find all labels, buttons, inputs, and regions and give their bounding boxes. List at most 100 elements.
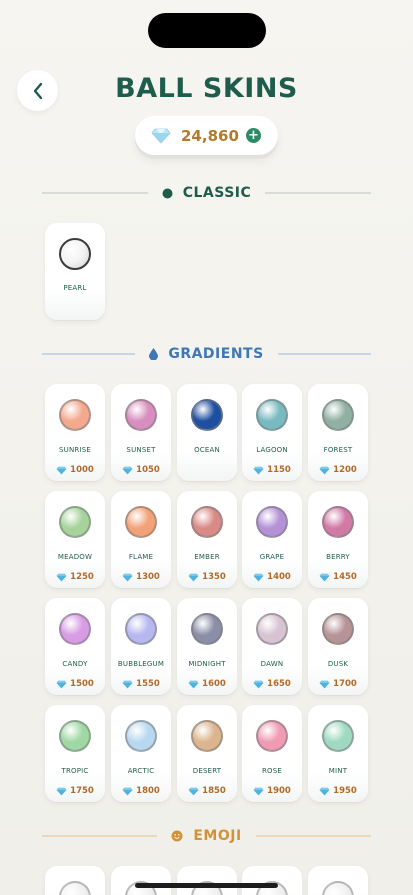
skin-ball [322,720,354,752]
diamond-icon [253,787,264,795]
skin-name: EMBER [194,553,220,561]
skin-price: 1150 [242,465,302,475]
add-currency-button[interactable]: + [246,128,261,143]
skin-ball [322,506,354,538]
skin-price-value: 1200 [333,465,357,475]
skin-name: CANDY [62,660,88,668]
diamond-icon [56,573,67,581]
dynamic-island [148,13,266,48]
skin-name: DAWN [260,660,284,668]
skin-name: LAGOON [256,446,288,454]
skin-name: FLAME [128,553,154,561]
skin-price-value: 1600 [202,679,226,689]
skin-price-value: 1250 [70,572,94,582]
divider [255,835,372,837]
skin-card-forest[interactable]: FOREST 1200 [308,384,368,481]
diamond-icon [56,787,67,795]
skin-ball [125,613,157,645]
skin-ball [125,720,157,752]
skin-ball [59,881,91,895]
skin-name: MIDNIGHT [188,660,226,668]
skin-price: 1950 [308,786,368,796]
diamond-icon [122,573,133,581]
skin-price: 1250 [45,572,105,582]
skin-card-ember[interactable]: EMBER 1350 [177,491,237,588]
skin-price: 1700 [308,679,368,689]
skin-card-flame[interactable]: FLAME 1300 [111,491,171,588]
divider [265,192,371,194]
diamond-icon [122,680,133,688]
diamond-icon [122,466,133,474]
diamond-icon [188,787,199,795]
divider [42,353,136,355]
skin-price-value: 1500 [70,679,94,689]
skin-card-midnight[interactable]: MIDNIGHT 1600 [177,598,237,695]
skin-price-value: 1800 [136,786,160,796]
skin-price: 1500 [45,679,105,689]
skin-name: SUNRISE [59,446,91,454]
skin-name: SUNSET [126,446,156,454]
skin-price-value: 1750 [70,786,94,796]
emoji-skin-card[interactable] [45,866,105,895]
currency-balance[interactable]: 24,860 + [135,116,278,155]
skin-card-meadow[interactable]: MEADOW 1250 [45,491,105,588]
skin-card-mint[interactable]: MINT 1950 [308,705,368,802]
skin-ball [256,720,288,752]
skin-card-tropic[interactable]: TROPIC 1750 [45,705,105,802]
skin-ball [125,506,157,538]
skin-ball [191,506,223,538]
skin-name: MINT [328,767,348,775]
section-header-emoji: EMOJI [42,826,372,846]
skin-name: ROSE [261,767,283,775]
section-header-classic: CLASSIC [42,183,371,203]
skin-name: MEADOW [57,553,93,561]
skin-price: 1550 [111,679,171,689]
skin-name: BERRY [326,553,350,561]
home-indicator [135,883,278,888]
skin-price-value: 1550 [136,679,160,689]
diamond-icon [319,680,330,688]
skin-price-value: 1150 [267,465,291,475]
diamond-icon [56,466,67,474]
dot-icon [162,188,173,198]
page-title: BALL SKINS [115,73,298,104]
skin-card-desert[interactable]: DESERT 1850 [177,705,237,802]
emoji-skin-card[interactable] [308,866,368,895]
diamond-icon [122,787,133,795]
skin-price: 1350 [177,572,237,582]
skin-price-value: 1350 [202,572,226,582]
emoji-skin-card[interactable] [242,866,302,895]
emoji-skin-card[interactable] [177,866,237,895]
skin-name: GRAPE [259,553,285,561]
diamond-icon [188,573,199,581]
skin-card-dusk[interactable]: DUSK 1700 [308,598,368,695]
emoji-skin-card[interactable] [111,866,171,895]
skin-card-arctic[interactable]: ARCTIC 1800 [111,705,171,802]
skin-name: ARCTIC [127,767,155,775]
skin-ball [322,399,354,431]
drop-icon [149,348,159,360]
skin-card-candy[interactable]: CANDY 1500 [45,598,105,695]
skin-ball [256,399,288,431]
skin-card-pearl[interactable]: PEARL [45,223,105,320]
diamond-icon [188,680,199,688]
skin-ball [256,613,288,645]
skin-card-dawn[interactable]: DAWN 1650 [242,598,302,695]
skin-card-lagoon[interactable]: LAGOON 1150 [242,384,302,481]
skin-name: DESERT [192,767,222,775]
skin-card-ocean[interactable]: OCEAN [177,384,237,481]
skin-card-bubblegum[interactable]: BUBBLEGUM 1550 [111,598,171,695]
diamond-icon [319,787,330,795]
skin-price-value: 1450 [333,572,357,582]
skin-ball [256,506,288,538]
skin-price-value: 1300 [136,572,160,582]
skin-card-rose[interactable]: ROSE 1900 [242,705,302,802]
skin-ball [191,720,223,752]
skin-card-berry[interactable]: BERRY 1450 [308,491,368,588]
skin-price: 1000 [45,465,105,475]
diamond-icon [253,466,264,474]
skin-card-grape[interactable]: GRAPE 1400 [242,491,302,588]
skin-card-sunrise[interactable]: SUNRISE 1000 [45,384,105,481]
skin-price-value: 1050 [136,465,160,475]
skin-card-sunset[interactable]: SUNSET 1050 [111,384,171,481]
